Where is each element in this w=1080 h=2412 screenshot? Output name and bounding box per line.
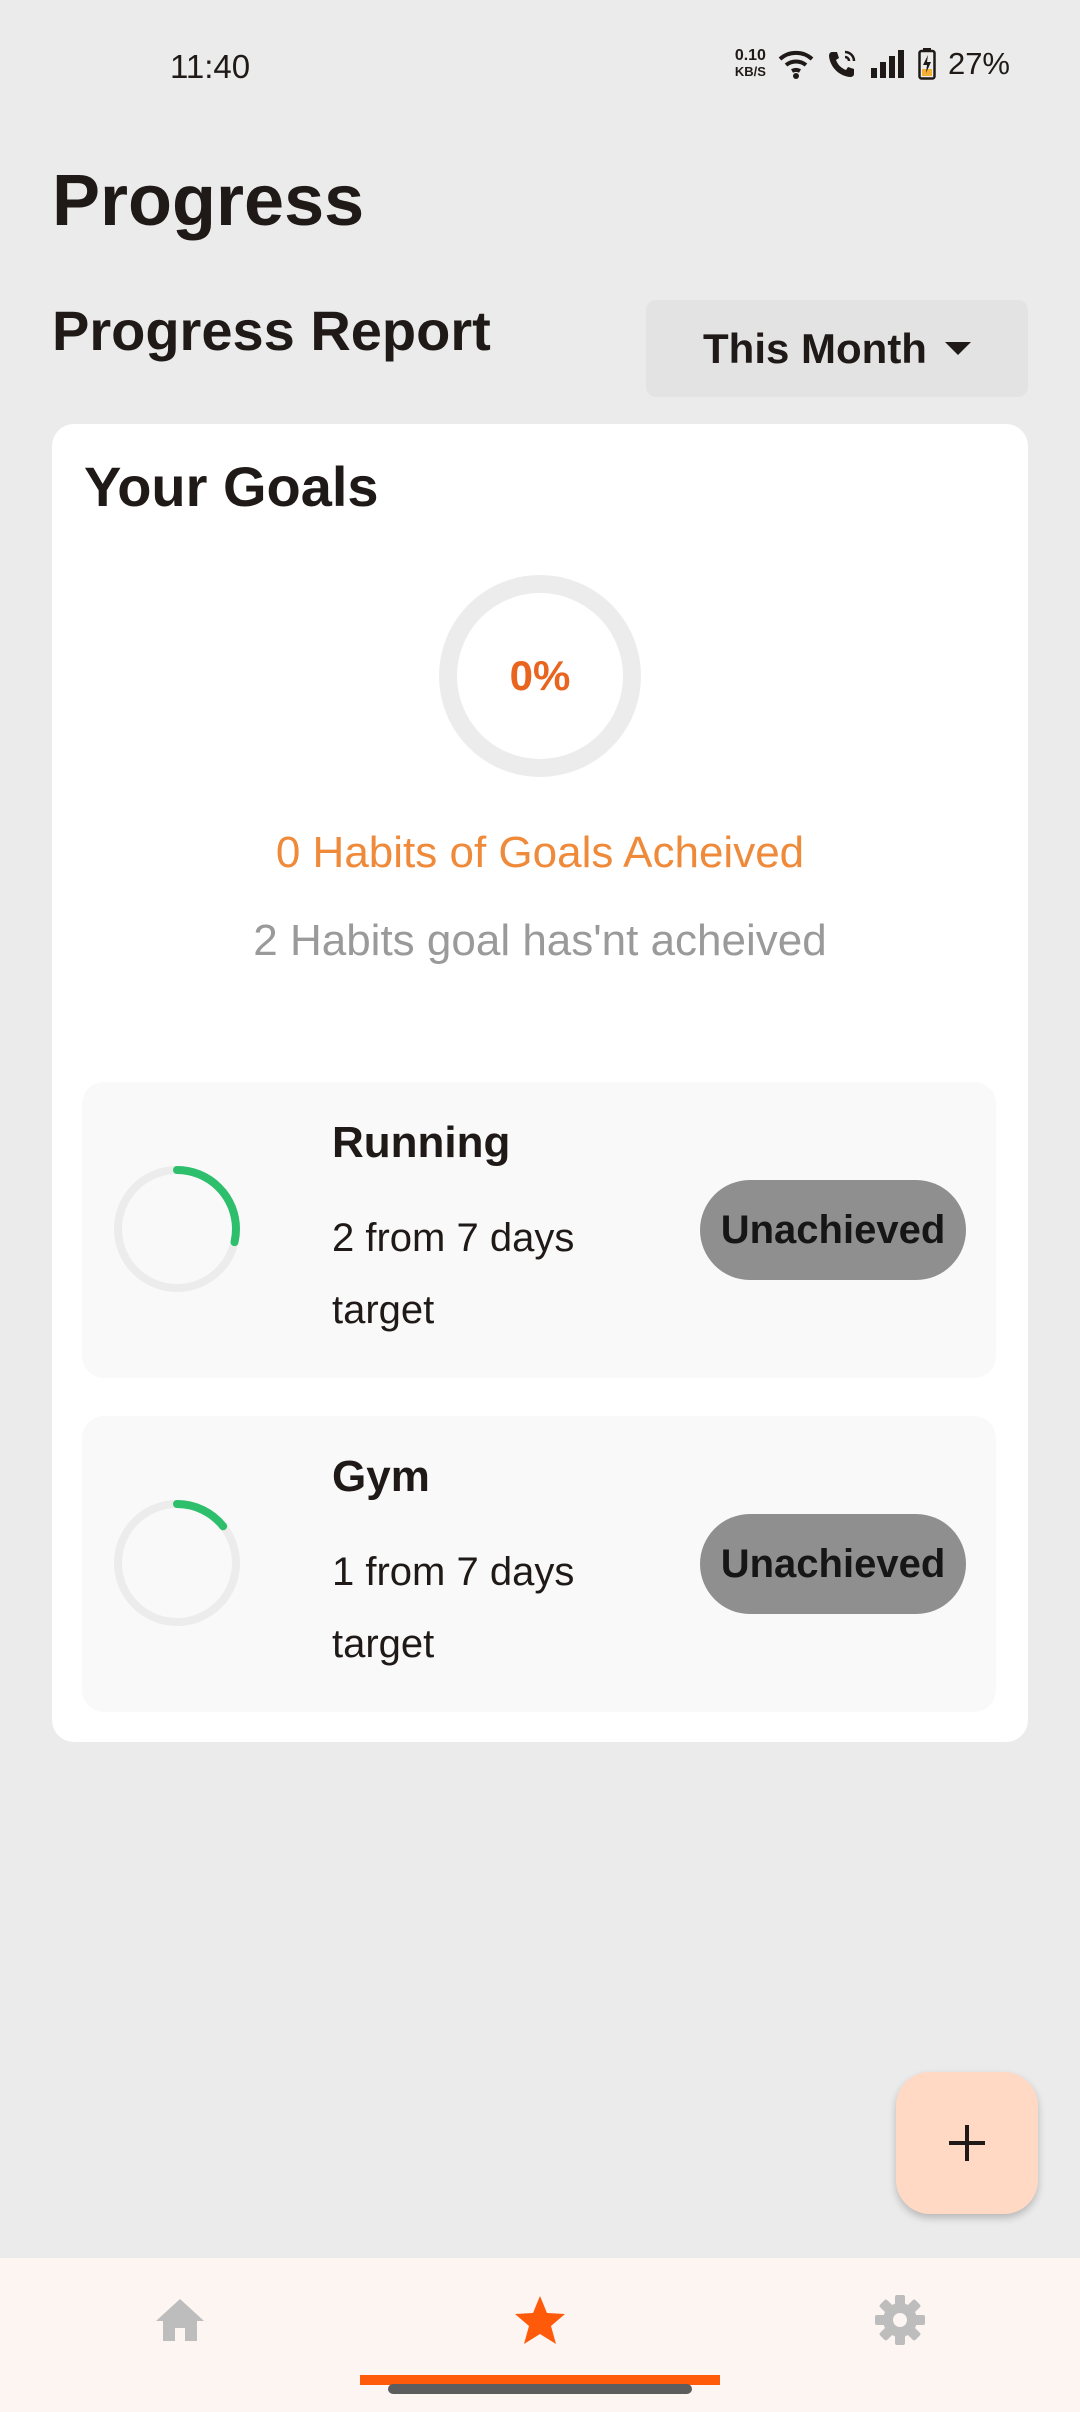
nav-home[interactable] bbox=[0, 2258, 360, 2382]
battery-icon bbox=[918, 48, 936, 80]
gear-icon bbox=[875, 2295, 925, 2345]
habit-target: 1 from 7 days target bbox=[332, 1550, 575, 1666]
status-bar: 11:40 0.10 KB/S 27% bbox=[0, 0, 1080, 140]
status-icons: 0.10 KB/S 27% bbox=[735, 46, 1010, 82]
signal-icon bbox=[870, 50, 904, 78]
overall-progress-ring: 0% bbox=[438, 574, 642, 778]
add-habit-button[interactable] bbox=[896, 2072, 1038, 2214]
overall-percent: 0% bbox=[509, 652, 571, 699]
nav-progress[interactable] bbox=[360, 2258, 720, 2382]
status-time: 11:40 bbox=[170, 48, 251, 85]
caret-down-icon bbox=[944, 342, 971, 355]
home-icon bbox=[156, 2299, 204, 2341]
section-title: Progress Report bbox=[52, 299, 491, 362]
plus-icon bbox=[949, 2125, 985, 2161]
gesture-bar bbox=[388, 2384, 692, 2394]
network-speed-unit: KB/S bbox=[734, 64, 766, 79]
period-dropdown-label: This Month bbox=[703, 324, 927, 372]
period-dropdown[interactable]: This Month bbox=[646, 300, 1028, 397]
page-title: Progress bbox=[52, 161, 365, 241]
wifi-icon bbox=[778, 50, 814, 79]
habit-target: 2 from 7 days target bbox=[332, 1216, 575, 1332]
status-badge[interactable]: Unachieved bbox=[700, 1514, 966, 1614]
habit-progress-ring bbox=[112, 1498, 242, 1628]
habit-item-gym[interactable]: Gym 1 from 7 days target Unachieved bbox=[82, 1416, 996, 1712]
habit-name: Gym bbox=[332, 1452, 430, 1501]
achieved-summary: 0 Habits of Goals Acheived bbox=[275, 828, 805, 877]
battery-percent: 27% bbox=[947, 46, 1010, 81]
network-speed: 0.10 KB/S bbox=[735, 48, 766, 80]
card-title: Your Goals bbox=[84, 455, 379, 518]
habit-item-running[interactable]: Running 2 from 7 days target Unachieved bbox=[82, 1082, 996, 1378]
habit-name: Running bbox=[332, 1118, 511, 1167]
goals-card: Your Goals 0% 0 Habits of Goals Acheived… bbox=[52, 424, 1028, 1742]
status-badge[interactable]: Unachieved bbox=[700, 1180, 966, 1280]
call-icon bbox=[828, 50, 856, 77]
unachieved-summary: 2 Habits goal has'nt acheived bbox=[253, 916, 827, 965]
nav-settings[interactable] bbox=[720, 2258, 1080, 2382]
star-icon bbox=[515, 2296, 565, 2344]
network-speed-value: 0.10 bbox=[734, 47, 766, 64]
habit-progress-ring bbox=[112, 1164, 242, 1294]
